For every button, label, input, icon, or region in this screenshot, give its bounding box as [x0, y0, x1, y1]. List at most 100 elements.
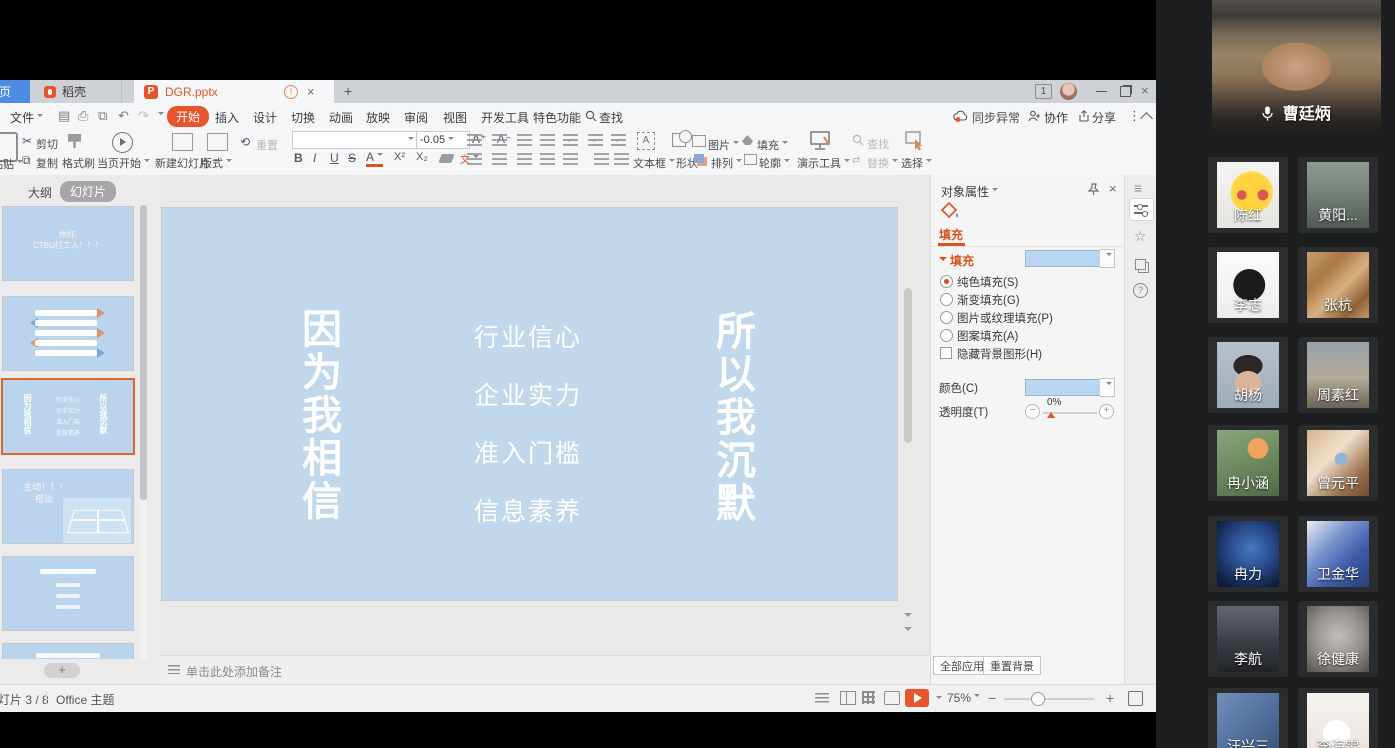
- participant-tile[interactable]: 陈红: [1208, 157, 1288, 233]
- help-icon[interactable]: ?: [1133, 283, 1148, 298]
- tab-docer[interactable]: 稻壳: [30, 80, 122, 103]
- zoom-in-icon[interactable]: +: [1106, 690, 1114, 706]
- slide-left-text[interactable]: 因为我相信: [298, 308, 338, 523]
- justify-icon[interactable]: [540, 153, 555, 166]
- fill-bucket-icon[interactable]: [940, 201, 962, 221]
- pin-icon[interactable]: [1087, 183, 1100, 196]
- align-left-icon[interactable]: [467, 153, 482, 166]
- bullet-list-icon[interactable]: [467, 134, 482, 147]
- cut-button[interactable]: 剪切: [36, 136, 58, 152]
- transparency-minus-button[interactable]: −: [1025, 404, 1040, 419]
- normal-view-icon[interactable]: [840, 691, 856, 705]
- slide-item-4[interactable]: 信息素养: [474, 492, 582, 528]
- paste-label[interactable]: 粘贴: [0, 156, 23, 172]
- participant-tile[interactable]: 黄阳...: [1298, 157, 1378, 233]
- align-center-icon[interactable]: [492, 153, 507, 166]
- italic-icon[interactable]: I: [313, 151, 316, 165]
- notes-toggle-icon[interactable]: [815, 693, 829, 703]
- subscript-icon[interactable]: X₂: [416, 151, 428, 163]
- line-spacing-icon[interactable]: [594, 153, 609, 166]
- pattern-fill-label[interactable]: 图案填充(A): [957, 328, 1018, 344]
- slide-sorter-icon[interactable]: [862, 691, 875, 704]
- slide-right-text[interactable]: 所以我沉默: [712, 310, 752, 525]
- slide-thumbnail-4[interactable]: 主动！！！ 搭讪: [3, 470, 133, 543]
- slide-thumbnail-6[interactable]: [3, 644, 133, 659]
- outline-button[interactable]: 轮廓: [759, 155, 790, 171]
- presentation-tools-icon[interactable]: [810, 131, 832, 151]
- hide-background-checkbox[interactable]: [940, 347, 952, 359]
- start-from-page-button[interactable]: 当页开始: [97, 155, 150, 171]
- solid-fill-label[interactable]: 纯色填充(S): [957, 274, 1018, 290]
- participant-tile[interactable]: 汪兴三: [1208, 688, 1288, 748]
- slide-thumbnail-1[interactable]: 你好, CTBU打工人！！！: [3, 207, 133, 280]
- format-painter-label[interactable]: 格式刷: [62, 155, 95, 171]
- replace-button[interactable]: 替换: [867, 155, 898, 171]
- panel-title[interactable]: 对象属性: [941, 183, 998, 200]
- tab-home[interactable]: 首页: [0, 80, 30, 103]
- slide-canvas[interactable]: 因为我相信 行业信心 企业实力 准入门槛 信息素养 所以我沉默: [162, 208, 897, 600]
- menu-transition[interactable]: 切换: [291, 109, 315, 126]
- menu-home[interactable]: 开始: [167, 106, 209, 127]
- participant-tile[interactable]: 李志: [1208, 247, 1288, 323]
- fill-color-swatch[interactable]: [1025, 250, 1101, 267]
- align-text-icon[interactable]: [588, 134, 603, 147]
- superscript-icon[interactable]: X²: [394, 151, 405, 163]
- menu-find[interactable]: 查找: [599, 109, 623, 126]
- slide-thumbnail-5[interactable]: [3, 557, 133, 630]
- share-label[interactable]: 分享: [1092, 109, 1116, 126]
- tab-outline[interactable]: 大纲: [28, 184, 52, 201]
- hide-background-label[interactable]: 隐藏背景图形(H): [957, 346, 1042, 362]
- distribute-icon[interactable]: [563, 153, 578, 166]
- outline-shape-icon[interactable]: [744, 154, 757, 165]
- user-avatar[interactable]: [1060, 83, 1077, 100]
- copy-button[interactable]: 复制: [36, 155, 58, 171]
- print-icon[interactable]: ⎙: [78, 108, 88, 124]
- fill-section-collapse-icon[interactable]: [939, 257, 947, 265]
- reset-button[interactable]: 重置: [256, 137, 278, 153]
- slide-item-2[interactable]: 企业实力: [474, 376, 582, 412]
- menu-file[interactable]: 文件: [10, 109, 43, 126]
- properties-tool-icon-selected[interactable]: [1129, 198, 1154, 221]
- shapes-icon[interactable]: [672, 133, 686, 147]
- select-icon[interactable]: [905, 131, 925, 151]
- participant-tile[interactable]: 李海雯: [1298, 688, 1378, 748]
- menu-view[interactable]: 视图: [443, 109, 467, 126]
- quickbar-more-icon[interactable]: [155, 108, 164, 123]
- zoom-level[interactable]: 75%: [947, 691, 980, 705]
- color-swatch-dropdown-icon[interactable]: [1100, 378, 1115, 397]
- font-color-icon[interactable]: A: [366, 151, 383, 167]
- play-from-page-icon[interactable]: [112, 132, 133, 153]
- menu-devtools[interactable]: 开发工具: [481, 109, 529, 126]
- gradient-fill-label[interactable]: 渐变填充(G): [957, 292, 1020, 308]
- picture-fill-label[interactable]: 图片或纹理填充(P): [957, 310, 1053, 326]
- effects-star-icon[interactable]: ☆: [1134, 228, 1147, 245]
- layout-button[interactable]: 版式: [201, 155, 232, 171]
- panel-list-icon[interactable]: ≡: [1134, 180, 1142, 196]
- reading-view-icon[interactable]: [884, 691, 900, 705]
- textbox-button[interactable]: 文本框: [633, 155, 675, 171]
- slide-thumbnail-2[interactable]: [3, 297, 133, 370]
- print-preview-icon[interactable]: ⧉: [98, 108, 107, 124]
- presenter-video[interactable]: 曹廷炳: [1212, 0, 1381, 133]
- collapse-ribbon-icon[interactable]: [1140, 112, 1153, 125]
- sync-status-label[interactable]: 同步异常: [972, 109, 1020, 126]
- menu-design[interactable]: 设计: [253, 109, 277, 126]
- warning-icon[interactable]: !: [284, 85, 298, 99]
- underline-icon[interactable]: U: [330, 151, 339, 165]
- slideshow-options-icon[interactable]: [933, 693, 942, 707]
- collaborate-label[interactable]: 协作: [1044, 109, 1068, 126]
- minimize-button[interactable]: [1096, 91, 1107, 92]
- menu-special[interactable]: 特色功能: [533, 109, 581, 126]
- new-slide-icon[interactable]: [172, 133, 193, 151]
- paragraph-spacing-icon[interactable]: [614, 153, 629, 166]
- highlight-icon[interactable]: [611, 134, 626, 147]
- bold-icon[interactable]: B: [294, 151, 303, 165]
- decrease-indent-icon[interactable]: [517, 134, 532, 147]
- picture-icon[interactable]: [692, 135, 706, 147]
- participant-tile[interactable]: 卫金华: [1298, 516, 1378, 592]
- participant-tile[interactable]: 冉小涵: [1208, 425, 1288, 501]
- duplicate-panel-icon[interactable]: [1135, 259, 1146, 270]
- menu-animation[interactable]: 动画: [329, 109, 353, 126]
- undo-icon[interactable]: ↶: [118, 108, 129, 124]
- restore-button[interactable]: [1120, 86, 1131, 97]
